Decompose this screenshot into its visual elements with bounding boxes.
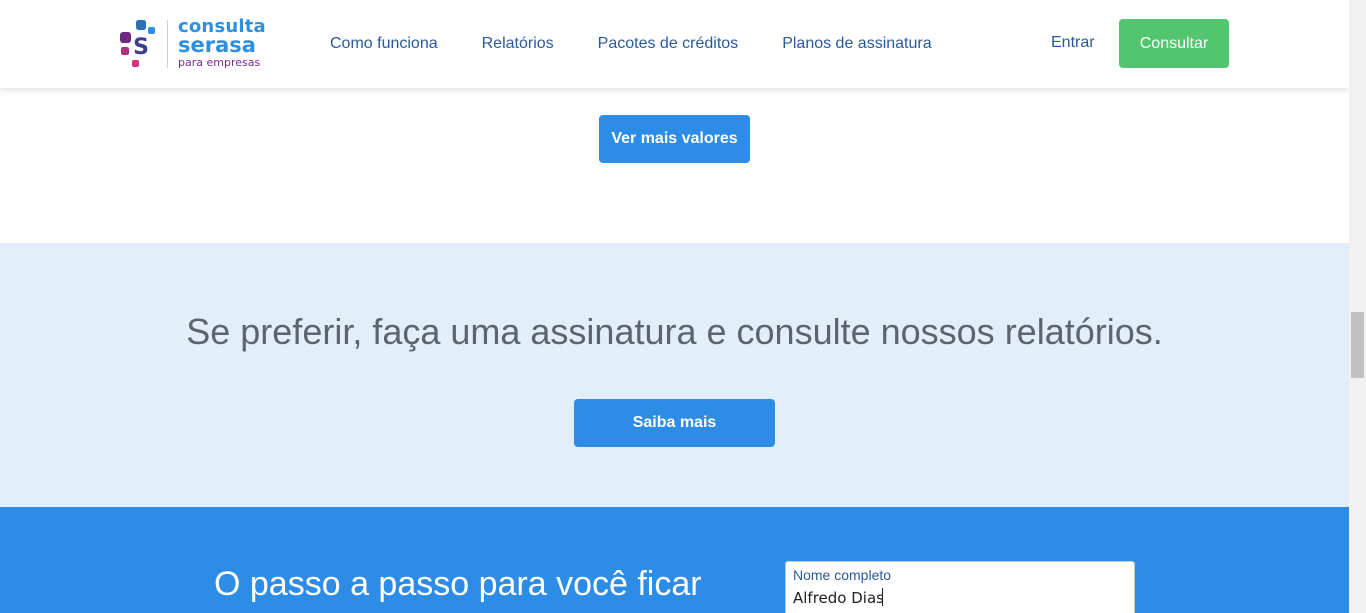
assinatura-heading: Se preferir, faça uma assinatura e consu… <box>186 311 1163 352</box>
logo[interactable]: S consulta serasa para empresas <box>118 18 268 70</box>
passo-a-passo-section: O passo a passo para você ficar Nome com… <box>0 507 1349 613</box>
page-scrollbar[interactable] <box>1349 0 1366 613</box>
passo-a-passo-heading: O passo a passo para você ficar <box>214 565 702 603</box>
assinatura-section: Se preferir, faça uma assinatura e consu… <box>0 243 1349 507</box>
page: S consulta serasa para empresas Como fun… <box>0 0 1349 613</box>
saiba-mais-button[interactable]: Saiba mais <box>574 399 775 447</box>
logo-divider <box>167 20 168 68</box>
nome-completo-input[interactable] <box>793 588 1123 608</box>
site-header: S consulta serasa para empresas Como fun… <box>0 0 1349 88</box>
ver-mais-valores-button[interactable]: Ver mais valores <box>599 115 750 163</box>
nav-link-relatorios[interactable]: Relatórios <box>482 35 554 53</box>
scrollbar-thumb[interactable] <box>1351 312 1364 378</box>
nav-link-pacotes-de-creditos[interactable]: Pacotes de créditos <box>598 35 739 53</box>
logo-tagline: para empresas <box>178 56 261 69</box>
browser-viewport: S consulta serasa para empresas Como fun… <box>0 0 1366 613</box>
nav-link-planos-de-assinatura[interactable]: Planos de assinatura <box>782 35 931 53</box>
nome-completo-field[interactable]: Nome completo <box>785 561 1135 613</box>
svg-text:S: S <box>133 35 149 60</box>
consultar-button[interactable]: Consultar <box>1119 19 1229 68</box>
logo-mark-icon: S <box>120 20 155 67</box>
logo-wordmark-serasa: serasa <box>178 33 256 57</box>
login-link[interactable]: Entrar <box>1051 34 1095 52</box>
main-nav: Como funciona Relatórios Pacotes de créd… <box>330 0 976 88</box>
nome-completo-label: Nome completo <box>793 567 892 583</box>
logo-text: consulta serasa para empresas <box>178 18 266 69</box>
nav-link-como-funciona[interactable]: Como funciona <box>330 35 438 53</box>
text-caret <box>882 588 883 606</box>
